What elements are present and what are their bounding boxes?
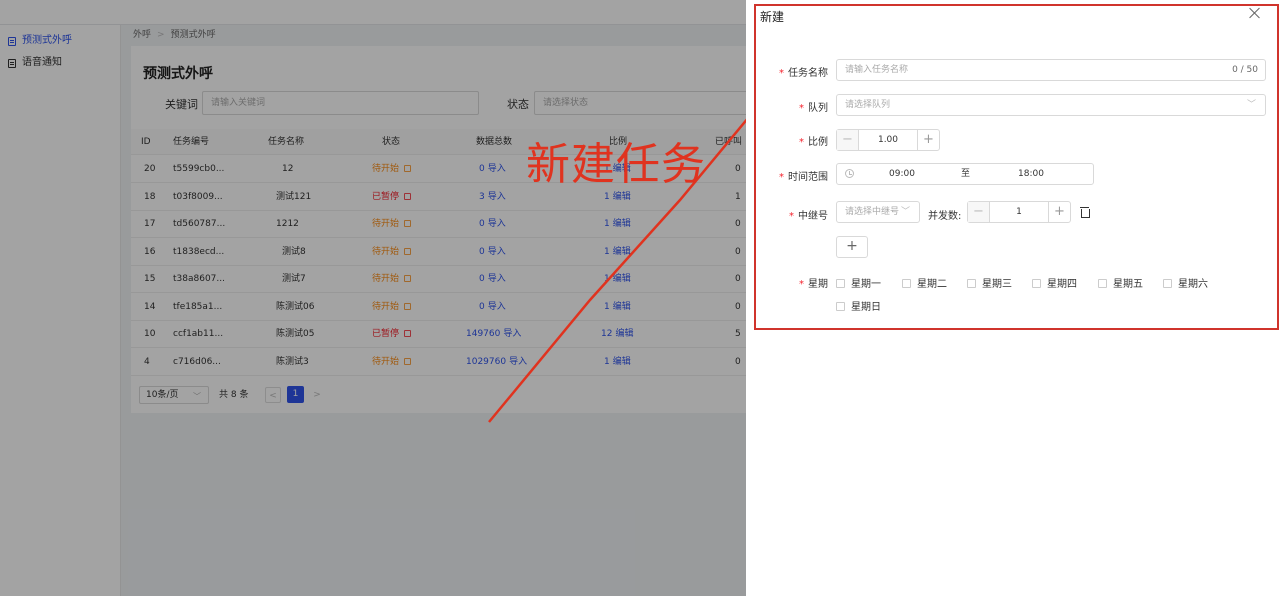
decrement-button[interactable]: − xyxy=(968,202,990,222)
weekday-label-text: 星期二 xyxy=(917,279,947,290)
concurrency-label: 并发数: xyxy=(928,211,962,222)
range-separator: 至 xyxy=(961,169,971,179)
weekday-checkbox[interactable]: 星期日 xyxy=(836,298,881,313)
trash-icon[interactable] xyxy=(1080,206,1090,218)
weekday-label-text: 星期五 xyxy=(1113,279,1143,290)
queue-label: * 队列 xyxy=(799,103,828,114)
weekday-label-text: 星期一 xyxy=(851,279,881,290)
ratio-label: * 比例 xyxy=(799,137,828,148)
increment-button[interactable]: + xyxy=(1048,202,1070,222)
task-name-placeholder: 请输入任务名称 xyxy=(845,65,909,75)
checkbox-icon[interactable] xyxy=(836,302,845,311)
checkbox-icon[interactable] xyxy=(967,279,976,288)
time-range-label: * 时间范围 xyxy=(779,172,828,183)
weekday-label-text: 星期四 xyxy=(1047,279,1077,290)
annotation-label: 新建任务 xyxy=(526,139,706,190)
clock-icon xyxy=(845,169,854,178)
weekday-checkbox[interactable]: 星期五 xyxy=(1098,275,1143,290)
checkbox-icon[interactable] xyxy=(836,279,845,288)
queue-select[interactable]: 请选择队列 ﹀ xyxy=(836,94,1266,116)
increment-button[interactable]: + xyxy=(917,130,939,150)
chevron-down-icon: ﹀ xyxy=(1246,100,1256,110)
relay-select[interactable]: 请选择中继号 ﹀ xyxy=(836,201,920,223)
modal-mask[interactable] xyxy=(0,0,746,596)
weekday-label-text: 星期日 xyxy=(851,302,881,313)
chevron-down-icon: ﹀ xyxy=(900,207,910,217)
weekday-label: * 星期 xyxy=(799,279,828,290)
weekday-checkbox[interactable]: 星期六 xyxy=(1163,275,1208,290)
close-icon[interactable] xyxy=(1248,6,1262,20)
ratio-stepper: − 1.00 + xyxy=(836,129,940,151)
concurrency-stepper: − 1 + xyxy=(967,201,1071,223)
relay-placeholder: 请选择中继号 xyxy=(845,207,900,217)
task-name-label: * 任务名称 xyxy=(779,68,828,79)
task-name-input[interactable]: 请输入任务名称 0 / 50 xyxy=(836,59,1266,81)
weekday-label-text: 星期三 xyxy=(982,279,1012,290)
concurrency-value[interactable]: 1 xyxy=(990,202,1048,222)
weekday-label-text: 星期六 xyxy=(1178,279,1208,290)
time-range-picker[interactable]: 09:00 至 18:00 xyxy=(836,163,1094,185)
add-relay-button[interactable]: + xyxy=(836,236,868,258)
checkbox-icon[interactable] xyxy=(902,279,911,288)
ratio-value[interactable]: 1.00 xyxy=(859,130,917,150)
checkbox-icon[interactable] xyxy=(1098,279,1107,288)
end-time[interactable]: 18:00 xyxy=(1018,164,1044,184)
weekday-checkbox[interactable]: 星期四 xyxy=(1032,275,1077,290)
checkbox-icon[interactable] xyxy=(1163,279,1172,288)
weekday-checkbox[interactable]: 星期三 xyxy=(967,275,1012,290)
relay-label: * 中继号 xyxy=(789,211,828,222)
char-counter: 0 / 50 xyxy=(1232,65,1258,75)
queue-placeholder: 请选择队列 xyxy=(845,100,891,110)
drawer-title: 新建 xyxy=(760,10,785,24)
start-time[interactable]: 09:00 xyxy=(889,164,915,184)
weekday-checkbox[interactable]: 星期一 xyxy=(836,275,881,290)
checkbox-icon[interactable] xyxy=(1032,279,1041,288)
weekday-checkbox[interactable]: 星期二 xyxy=(902,275,947,290)
decrement-button[interactable]: − xyxy=(837,130,859,150)
